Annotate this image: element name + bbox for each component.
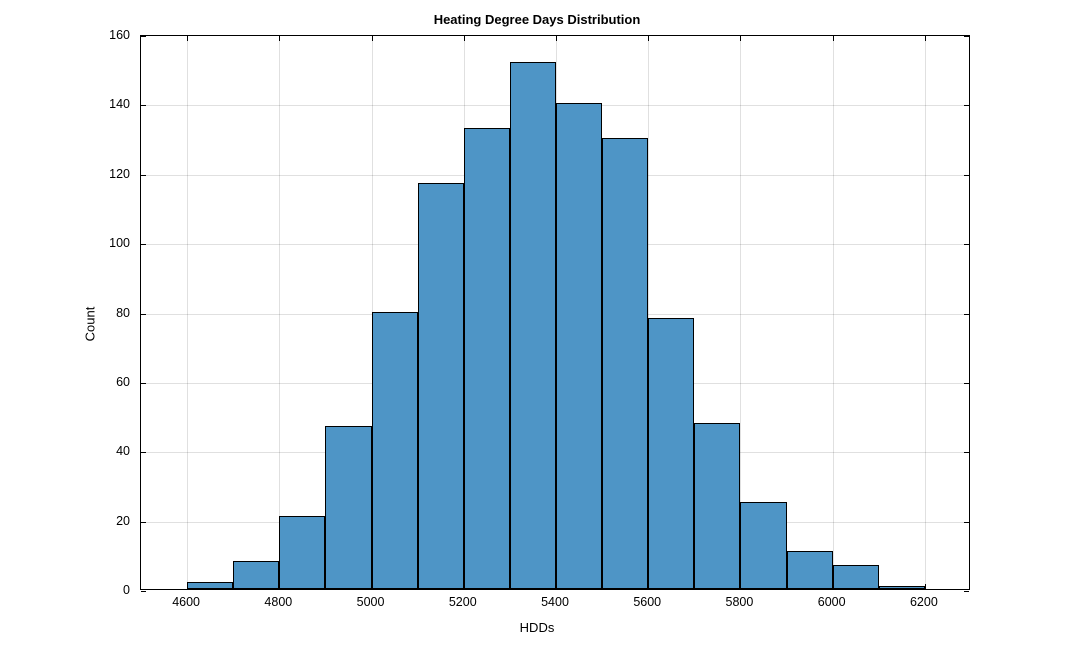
x-tick-label: 5000 (357, 595, 385, 609)
y-tick-label: 60 (100, 375, 130, 389)
x-tick-label: 5800 (726, 595, 754, 609)
y-tick (964, 522, 969, 523)
x-tick (279, 36, 280, 41)
y-tick (964, 105, 969, 106)
y-tick (964, 452, 969, 453)
histogram-bar (833, 565, 879, 589)
x-tick (464, 36, 465, 41)
histogram-bar (648, 318, 694, 589)
grid-line (925, 36, 926, 589)
y-tick-label: 0 (100, 583, 130, 597)
x-tick (648, 36, 649, 41)
grid-line (833, 36, 834, 589)
histogram-bar (418, 183, 464, 589)
x-tick (740, 36, 741, 41)
y-tick (964, 591, 969, 592)
y-tick-label: 120 (100, 167, 130, 181)
histogram-bar (187, 582, 233, 589)
histogram-bar (510, 62, 556, 589)
histogram-bar (556, 103, 602, 589)
y-tick (141, 244, 146, 245)
x-tick-label: 6000 (818, 595, 846, 609)
grid-line (279, 36, 280, 589)
x-tick (556, 36, 557, 41)
y-tick-label: 160 (100, 28, 130, 42)
histogram-bar (694, 423, 740, 590)
histogram-bar (740, 502, 786, 589)
y-tick (964, 36, 969, 37)
x-tick (187, 36, 188, 41)
y-tick (964, 244, 969, 245)
y-tick-label: 100 (100, 236, 130, 250)
y-tick-label: 140 (100, 97, 130, 111)
x-tick-label: 5600 (633, 595, 661, 609)
plot-area (140, 35, 970, 590)
histogram-bar (325, 426, 371, 589)
x-tick (372, 36, 373, 41)
y-tick (964, 175, 969, 176)
y-axis-label: Count (83, 306, 98, 341)
y-tick (141, 591, 146, 592)
y-tick-label: 80 (100, 306, 130, 320)
y-tick (964, 314, 969, 315)
y-tick (964, 383, 969, 384)
y-tick (141, 383, 146, 384)
grid-line (187, 36, 188, 589)
x-tick (925, 36, 926, 41)
histogram-bar (787, 551, 833, 589)
x-tick-label: 4800 (264, 595, 292, 609)
y-tick (141, 36, 146, 37)
histogram-bar (372, 312, 418, 590)
histogram-bar (233, 561, 279, 589)
figure: Heating Degree Days Distribution Count H… (0, 0, 1074, 647)
y-tick (141, 452, 146, 453)
y-tick-label: 40 (100, 444, 130, 458)
x-tick-label: 6200 (910, 595, 938, 609)
histogram-bar (602, 138, 648, 589)
y-tick (141, 105, 146, 106)
x-tick (925, 584, 926, 589)
x-tick-label: 5200 (449, 595, 477, 609)
x-tick-label: 4600 (172, 595, 200, 609)
y-tick (141, 175, 146, 176)
x-tick (833, 36, 834, 41)
histogram-bar (279, 516, 325, 589)
x-tick-label: 5400 (541, 595, 569, 609)
x-axis-label: HDDs (520, 620, 555, 635)
chart-title: Heating Degree Days Distribution (0, 12, 1074, 27)
histogram-bar (464, 128, 510, 589)
y-tick (141, 314, 146, 315)
y-tick-label: 20 (100, 514, 130, 528)
histogram-bar (879, 586, 925, 589)
y-tick (141, 522, 146, 523)
